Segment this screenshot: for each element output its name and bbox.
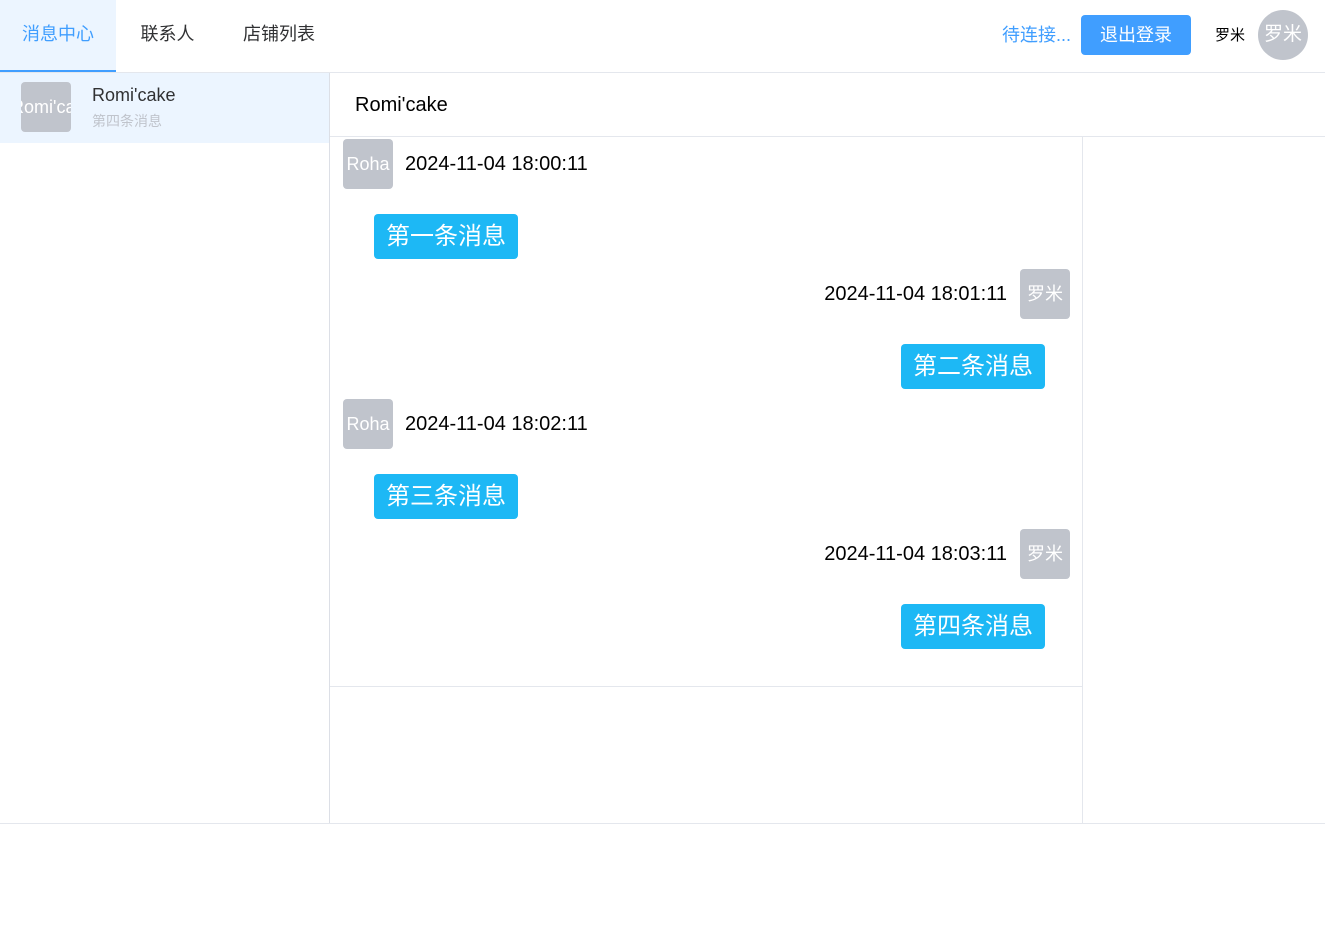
message-bubble: 第一条消息 [374, 214, 518, 259]
logout-button[interactable]: 退出登录 [1081, 15, 1191, 55]
message-avatar: 罗米 [1020, 269, 1070, 319]
tab-contacts[interactable]: 联系人 [116, 0, 219, 72]
message-time: 2024-11-04 18:00:11 [405, 153, 588, 175]
conversation-item[interactable]: Romi'cake Romi'cake 第四条消息 [0, 73, 329, 143]
top-nav: 消息中心 联系人 店铺列表 待连接... 退出登录 罗米 罗米 [0, 0, 1325, 73]
message-input-area[interactable] [330, 687, 1083, 823]
message-avatar: 罗米 [1020, 529, 1070, 579]
message-bubble: 第二条消息 [901, 344, 1045, 389]
message-time: 2024-11-04 18:01:11 [824, 283, 1007, 305]
chat-title: Romi'cake [355, 94, 448, 116]
message-bubble: 第四条消息 [901, 604, 1045, 649]
message-avatar: Roha [343, 399, 393, 449]
message-area[interactable]: Roha 2024-11-04 18:00:11 第一条消息 2024-11-0… [330, 137, 1083, 687]
message-time: 2024-11-04 18:02:11 [405, 413, 588, 435]
conversation-preview: 第四条消息 [92, 113, 162, 129]
chat-header: Romi'cake [330, 73, 1325, 137]
username: 罗米 [1215, 27, 1246, 44]
user-avatar[interactable]: 罗米 [1258, 10, 1308, 60]
conversation-list: Romi'cake Romi'cake 第四条消息 [0, 73, 330, 823]
divider [0, 823, 1325, 824]
message-time: 2024-11-04 18:03:11 [824, 543, 1007, 565]
tab-shop-list[interactable]: 店铺列表 [219, 0, 339, 72]
conversation-name: Romi'cake [92, 85, 176, 105]
message-avatar: Roha [343, 139, 393, 189]
tab-message-center[interactable]: 消息中心 [0, 0, 116, 72]
conversation-avatar: Romi'cake [21, 82, 71, 132]
connection-status: 待连接... [1002, 25, 1072, 45]
conversation-avatar-text: Romi'cake [21, 97, 71, 117]
message-bubble: 第三条消息 [374, 474, 518, 519]
